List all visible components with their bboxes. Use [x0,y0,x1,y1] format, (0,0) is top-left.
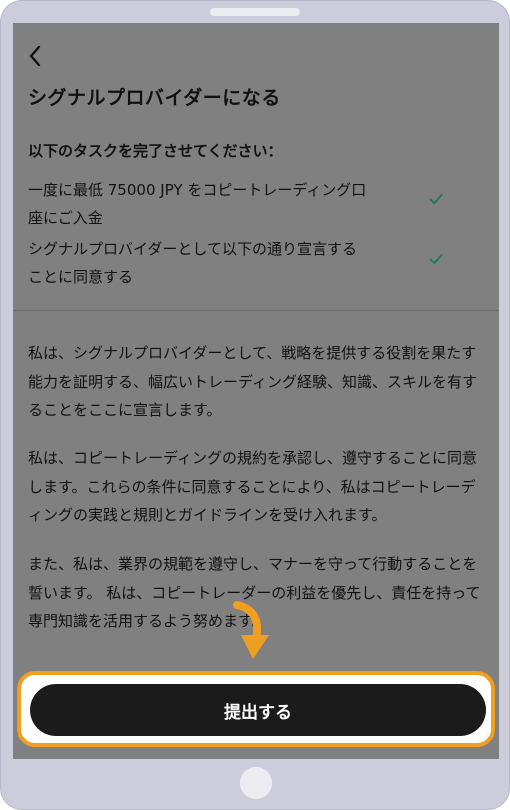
submit-button[interactable]: 提出する [30,684,486,736]
task-item-deposit: 一度に最低 75000 JPY をコピートレーディング口座にご入金 [28,181,367,227]
check-icon [429,194,443,204]
device-speaker [210,8,300,16]
check-icon [429,254,443,264]
page-title: シグナルプロバイダーになる [28,87,281,109]
arrow-down-icon [233,601,269,659]
submit-highlight: 提出する [17,671,495,747]
declaration-paragraph: 私は、シグナルプロバイダーとして、戦略を提供する役割を果たす能力を証明する、幅広… [28,344,477,419]
section-divider [13,310,499,311]
chevron-left-icon[interactable] [26,43,46,69]
declaration-paragraph: 私は、コピートレーディングの規約を承認し、遵守することに同意します。これらの条件… [28,449,477,524]
task-list-header: 以下のタスクを完了させてください： [28,142,283,160]
app-screen: シグナルプロバイダーになる 以下のタスクを完了させてください： 一度に最低 75… [13,23,499,759]
device-home-button [240,767,272,799]
device-frame: シグナルプロバイダーになる 以下のタスクを完了させてください： 一度に最低 75… [0,0,510,810]
task-item-declaration: シグナルプロバイダーとして以下の通り宣言することに同意する [28,240,357,286]
